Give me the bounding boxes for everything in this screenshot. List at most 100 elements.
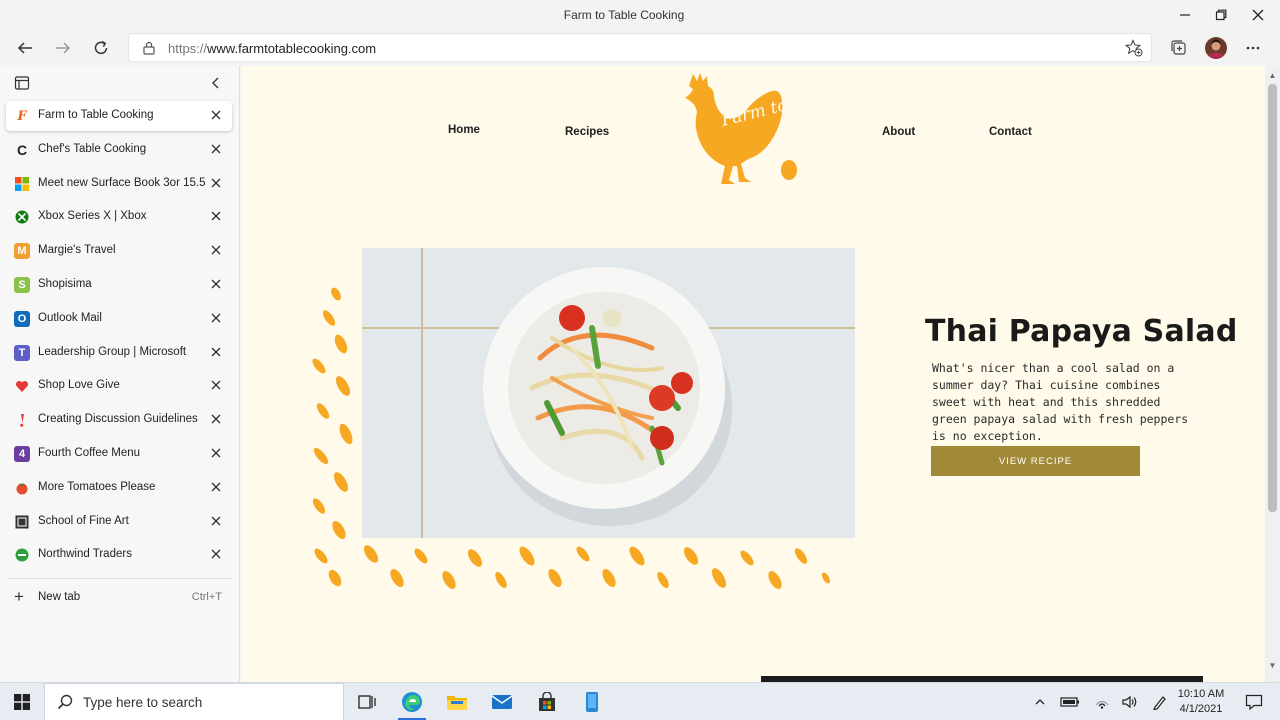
wifi-icon[interactable] xyxy=(1092,692,1112,712)
tab-title: Chef's Table Cooking xyxy=(38,142,147,155)
view-recipe-button[interactable]: VIEW RECIPE xyxy=(931,446,1140,476)
scroll-down-arrow-icon[interactable]: ▼ xyxy=(1265,658,1280,672)
exclamation-icon xyxy=(14,412,30,428)
tab-close-icon[interactable] xyxy=(208,546,224,562)
scroll-thumb[interactable] xyxy=(1268,84,1277,512)
search-icon xyxy=(57,694,73,710)
chefs-table-c-icon: C xyxy=(16,141,28,158)
nav-contact-link[interactable]: Contact xyxy=(989,126,1032,138)
taskbar-store[interactable] xyxy=(525,683,569,720)
tab-item[interactable]: M Margie's Travel xyxy=(6,236,232,266)
back-button[interactable] xyxy=(10,33,40,63)
tab-close-icon[interactable] xyxy=(208,411,224,427)
taskbar-phone-link[interactable] xyxy=(570,683,614,720)
tab-close-icon[interactable] xyxy=(208,242,224,258)
url-text[interactable]: https://www.farmtotablecooking.com xyxy=(168,41,376,56)
minimize-button[interactable] xyxy=(1167,0,1203,30)
taskbar-file-explorer[interactable] xyxy=(435,683,479,720)
tab-item[interactable]: O Outlook Mail xyxy=(6,304,232,334)
address-bar[interactable]: https://www.farmtotablecooking.com xyxy=(128,33,1152,62)
tab-close-icon[interactable] xyxy=(208,445,224,461)
farm-to-table-f-icon: F xyxy=(17,108,27,124)
restore-button[interactable] xyxy=(1203,0,1239,30)
page-scrollbar[interactable]: ▲ ▼ xyxy=(1265,66,1280,682)
tab-title: Outlook Mail xyxy=(38,311,102,324)
volume-icon[interactable] xyxy=(1120,692,1140,712)
tab-close-icon[interactable] xyxy=(208,107,224,123)
web-page: Home Recipes About Contact Farm to Table xyxy=(241,66,1265,682)
settings-more-button[interactable] xyxy=(1238,33,1268,63)
tab-item[interactable]: S Shopisima xyxy=(6,270,232,300)
nav-recipes-link[interactable]: Recipes xyxy=(565,126,609,138)
nav-about-link[interactable]: About xyxy=(882,126,915,138)
tab-close-icon[interactable] xyxy=(208,276,224,292)
forward-button[interactable] xyxy=(48,33,78,63)
tab-item[interactable]: 4 Fourth Coffee Menu xyxy=(6,439,232,469)
task-view-button[interactable] xyxy=(345,683,389,720)
tab-item[interactable]: Shop Love Give xyxy=(6,371,232,401)
minimize-icon xyxy=(1180,14,1190,16)
task-view-icon xyxy=(358,695,376,709)
profile-button[interactable] xyxy=(1201,33,1231,63)
close-icon xyxy=(1252,9,1264,21)
tab-close-icon[interactable] xyxy=(208,377,224,393)
taskbar-clock[interactable]: 10:10 AM 4/1/2021 xyxy=(1168,687,1234,717)
mail-icon xyxy=(491,695,513,709)
back-arrow-icon xyxy=(17,42,32,54)
collections-icon xyxy=(1171,40,1186,55)
clock-time: 10:10 AM xyxy=(1177,688,1225,700)
lock-icon xyxy=(143,41,155,55)
pen-ink-workspace-icon[interactable] xyxy=(1150,692,1170,712)
tab-actions-menu-icon[interactable] xyxy=(14,75,30,91)
tab-close-icon[interactable] xyxy=(208,208,224,224)
add-favorite-icon[interactable] xyxy=(1125,39,1143,57)
windows-logo-icon xyxy=(14,694,30,710)
taskbar-mail[interactable] xyxy=(480,683,524,720)
refresh-button[interactable] xyxy=(86,33,116,63)
forward-arrow-icon xyxy=(56,42,71,54)
taskbar-edge[interactable] xyxy=(390,683,434,720)
thai-papaya-salad-photo xyxy=(362,248,855,538)
tab-item[interactable]: F Farm to Table Cooking xyxy=(6,101,232,131)
tab-item[interactable]: Xbox Series X | Xbox xyxy=(6,202,232,232)
tab-item[interactable]: More Tomatoes Please xyxy=(6,473,232,503)
new-tab-button[interactable]: + New tab Ctrl+T xyxy=(6,582,232,612)
tab-item[interactable]: Meet new Surface Book 3or 15.5" xyxy=(6,169,232,199)
profile-avatar-icon xyxy=(1205,37,1227,59)
farm-to-table-logo[interactable]: Farm to Table xyxy=(681,72,811,192)
tab-list-divider xyxy=(8,578,232,579)
tab-close-icon[interactable] xyxy=(208,141,224,157)
tab-close-icon[interactable] xyxy=(208,175,224,191)
tab-close-icon[interactable] xyxy=(208,310,224,326)
tab-item[interactable]: T Leadership Group | Microsoft xyxy=(6,338,232,368)
tab-item[interactable]: Northwind Traders xyxy=(6,540,232,570)
new-tab-label: New tab xyxy=(38,591,81,603)
battery-icon[interactable] xyxy=(1060,692,1080,712)
start-button[interactable] xyxy=(0,683,44,720)
tab-item[interactable]: School of Fine Art xyxy=(6,507,232,537)
tab-close-icon[interactable] xyxy=(208,479,224,495)
tab-close-icon[interactable] xyxy=(208,344,224,360)
folder-icon xyxy=(447,696,467,710)
collections-button[interactable] xyxy=(1164,33,1194,63)
new-tab-shortcut: Ctrl+T xyxy=(191,591,222,603)
tab-item[interactable]: Creating Discussion Guidelines xyxy=(6,405,232,435)
close-window-button[interactable] xyxy=(1240,0,1276,30)
tab-title: Leadership Group | Microsoft xyxy=(38,345,187,358)
tab-item[interactable]: C Chef's Table Cooking xyxy=(6,135,232,165)
edge-browser-icon xyxy=(402,692,422,712)
tab-title: Northwind Traders xyxy=(38,548,132,561)
window-title: Farm to Table Cooking xyxy=(563,8,685,22)
collapse-pane-chevron-icon[interactable] xyxy=(209,76,223,90)
scroll-up-arrow-icon[interactable]: ▲ xyxy=(1265,68,1280,82)
notifications-icon[interactable] xyxy=(1244,692,1264,712)
taskbar-search-box[interactable]: Type here to search xyxy=(44,683,344,720)
tab-title: Shopisima xyxy=(38,278,92,290)
browser-window: Farm to Table Cooking https://www.farmto… xyxy=(0,0,1280,720)
tab-close-icon[interactable] xyxy=(208,513,224,529)
tab-title: Margie's Travel xyxy=(38,244,116,257)
nav-home-link[interactable]: Home xyxy=(448,124,480,136)
browser-toolbar: https://www.farmtotablecooking.com xyxy=(0,30,1280,66)
tab-title: Meet new Surface Book 3or 15.5" xyxy=(38,176,206,189)
show-hidden-icons-chevron-icon[interactable] xyxy=(1030,692,1050,712)
